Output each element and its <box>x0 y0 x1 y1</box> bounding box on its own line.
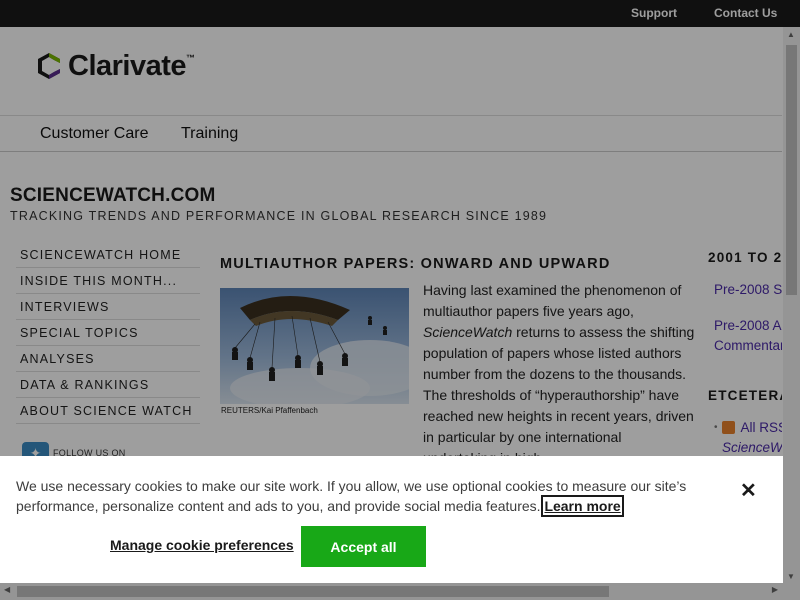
accept-all-button[interactable]: Accept all <box>301 526 426 567</box>
close-icon[interactable]: ✕ <box>740 478 757 503</box>
cookie-message: We use necessary cookies to make our sit… <box>16 476 726 517</box>
cookie-banner: We use necessary cookies to make our sit… <box>0 456 783 583</box>
learn-more-link[interactable]: Learn more <box>541 495 624 517</box>
manage-cookie-preferences-link[interactable]: Manage cookie preferences <box>110 537 294 553</box>
